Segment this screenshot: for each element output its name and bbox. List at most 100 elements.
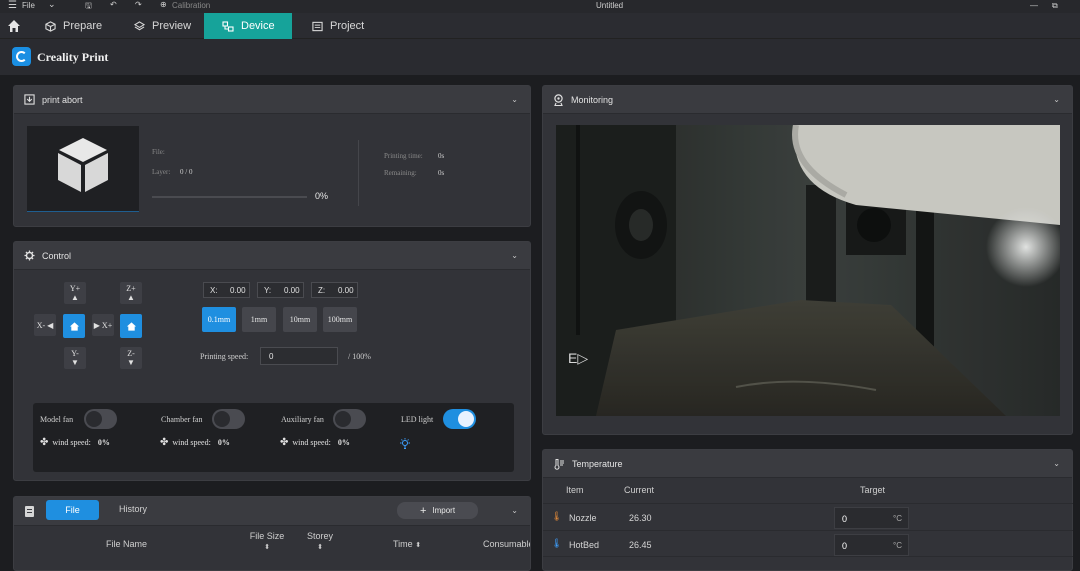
chamber-fan-toggle[interactable] [212,409,245,429]
hotbed-thermometer-icon: 🌡 [551,538,563,548]
brand-bar: Creality Print [0,39,1080,75]
z-coordinate-field[interactable]: Z: 0.00 [311,282,358,298]
x-minus-button[interactable]: X- ◀ [34,314,56,336]
progress-bar [152,196,307,198]
nozzle-current: 26.30 [629,513,652,523]
column-file-name[interactable]: File Name [106,539,147,549]
svg-text:E▷: E▷ [568,350,588,366]
window-title: Untitled [596,1,624,10]
tab-prepare[interactable]: Prepare [33,13,123,39]
main-tab-bar: Prepare Preview Device Project [0,13,1080,39]
temperature-header[interactable]: Temperature ⌄ [543,450,1072,478]
tab-device[interactable]: Device [204,13,292,39]
plus-icon: + [419,504,427,517]
column-storey[interactable]: Storey ⬍ [305,531,335,551]
step-10mm-button[interactable]: 10mm [283,307,317,332]
file-menu[interactable]: File [22,1,35,10]
column-file-size[interactable]: File Size ⬍ [249,531,285,551]
step-1mm-button[interactable]: 1mm [242,307,276,332]
home-xy-button[interactable] [63,314,85,338]
chevron-down-icon[interactable]: ⌄ [48,0,56,10]
remaining-label: Remaining: [384,169,417,177]
y-plus-button[interactable]: Y+ ▲ [64,282,86,304]
z-minus-button[interactable]: Z- ▼ [120,347,142,369]
camera-icon [554,93,563,106]
chamber-fan-wind-speed: ✤ wind speed: 0% [160,437,230,448]
tab-project-label: Project [330,20,365,32]
layer-label: Layer: [152,168,171,176]
y-minus-button[interactable]: Y- ▼ [64,347,86,369]
model-fan-label: Model fan [40,415,74,424]
tab-file[interactable]: File [46,500,99,520]
layers-icon [134,20,145,30]
nozzle-label: Nozzle [569,513,597,523]
column-current: Current [624,485,655,495]
control-header[interactable]: Control ⌄ [14,242,530,270]
chevron-down-icon[interactable]: ⌄ [511,506,518,515]
led-light-toggle[interactable] [443,409,476,429]
project-icon [312,21,323,31]
sort-icon: ⬍ [264,544,270,551]
printing-speed-input[interactable]: 0 [260,347,338,365]
restore-icon[interactable]: ⧉ [1052,1,1058,11]
z-plus-button[interactable]: Z+ ▲ [120,282,142,304]
remaining-value: 0s [438,169,445,177]
redo-icon[interactable]: ↷ [135,0,142,9]
chamber-fan-label: Chamber fan [161,415,203,424]
column-item: Item [566,485,584,495]
fan-icon: ✤ [280,437,289,448]
step-100mm-button[interactable]: 100mm [323,307,357,332]
control-title: Control [42,250,72,261]
thermometer-icon [554,458,564,470]
stats-divider [358,140,359,206]
tab-prepare-label: Prepare [63,20,103,32]
x-plus-button[interactable]: ▶ X+ [92,314,114,336]
print-job-header[interactable]: print abort ⌄ [14,86,530,114]
printing-speed-label: Printing speed: [200,352,249,361]
tab-project[interactable]: Project [300,13,380,39]
home-icon[interactable] [6,18,22,34]
device-icon [222,20,234,32]
step-0-1mm-button[interactable]: 0.1mm [202,307,236,332]
tab-history[interactable]: History [119,504,147,514]
column-consumable[interactable]: Consumable [483,539,530,549]
minimize-icon[interactable]: — [1030,1,1038,10]
import-button[interactable]: + Import [397,502,478,519]
nozzle-target-input[interactable]: 0 °C [834,507,909,529]
hotbed-target-input[interactable]: 0 °C [834,534,909,556]
calibration-label[interactable]: Calibration [172,1,210,10]
creality-logo-icon [12,47,31,66]
cube-placeholder-icon [58,138,108,192]
temperature-title: Temperature [572,458,623,469]
camera-feed: E▷ [556,125,1060,416]
monitoring-header[interactable]: Monitoring ⌄ [543,86,1072,114]
menu-icon[interactable]: ☰ [8,0,17,11]
fan-icon: ✤ [40,437,49,448]
x-coordinate-field[interactable]: X: 0.00 [203,282,250,298]
chevron-down-icon[interactable]: ⌄ [1053,95,1060,104]
column-time[interactable]: Time ⬍ [393,539,421,549]
brand-name: Creality Print [37,50,109,64]
chevron-down-icon[interactable]: ⌄ [511,251,518,260]
home-icon [69,321,79,331]
tab-preview-label: Preview [152,20,192,32]
model-fan-wind-speed: ✤ wind speed: 0% [40,437,110,448]
tab-preview[interactable]: Preview [122,13,204,39]
led-light-label: LED light [401,415,434,424]
save-icon[interactable]: 🖫 [85,0,92,14]
chevron-down-icon[interactable]: ⌄ [511,95,518,104]
model-fan-toggle[interactable] [84,409,117,429]
y-coordinate-field[interactable]: Y: 0.00 [257,282,304,298]
calibration-icon[interactable]: ⊕ [160,0,167,9]
lightbulb-icon [400,436,410,454]
undo-icon[interactable]: ↶ [110,0,117,9]
fan-icon: ✤ [160,437,169,448]
auxiliary-fan-label: Auxiliary fan [281,415,324,424]
title-bar: ☰ File ⌄ 🖫 ↶ ↷ ⊕ Calibration Untitled — … [0,0,1080,13]
home-z-button[interactable] [120,314,142,338]
auxiliary-fan-toggle[interactable] [333,409,366,429]
chevron-down-icon[interactable]: ⌄ [1053,459,1060,468]
column-target: Target [860,485,886,495]
gear-icon [24,250,35,261]
printing-speed-max: / 100% [348,352,371,361]
